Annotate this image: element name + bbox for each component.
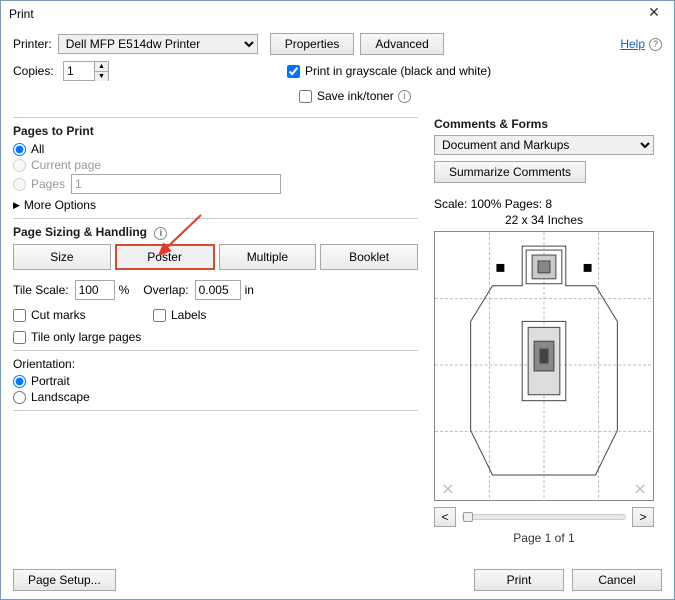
multiple-button[interactable]: Multiple xyxy=(219,244,317,270)
portrait-radio[interactable] xyxy=(13,375,26,388)
saveink-checkbox-row[interactable]: Save ink/toner xyxy=(299,89,394,103)
pages-current-row: Current page xyxy=(13,158,418,172)
triangle-right-icon: ▶ xyxy=(13,200,20,211)
printer-label: Printer: xyxy=(13,37,52,51)
tilescale-input[interactable] xyxy=(75,280,115,300)
print-preview xyxy=(434,231,654,501)
preview-prev-button[interactable]: < xyxy=(434,507,456,527)
pages-current-radio xyxy=(13,159,26,172)
sizing-title: Page Sizing & Handling i xyxy=(13,225,418,240)
pages-all-radio[interactable] xyxy=(13,143,26,156)
pages-range-label: Pages xyxy=(31,177,71,191)
page-of-label: Page 1 of 1 xyxy=(434,531,654,545)
poster-button[interactable]: Poster xyxy=(115,244,215,270)
portrait-row[interactable]: Portrait xyxy=(13,374,418,388)
pages-all-label: All xyxy=(31,142,44,156)
more-options-toggle[interactable]: ▶ More Options xyxy=(13,198,418,212)
tileonly-checkbox[interactable] xyxy=(13,331,26,344)
pages-range-row: Pages xyxy=(13,174,418,194)
help-info-icon[interactable]: ? xyxy=(649,38,662,51)
dimensions-label: 22 x 34 Inches xyxy=(434,213,654,227)
cutmarks-checkbox[interactable] xyxy=(13,309,26,322)
grayscale-checkbox-row[interactable]: Print in grayscale (black and white) xyxy=(287,64,491,78)
help-link[interactable]: Help xyxy=(620,37,645,51)
pages-current-label: Current page xyxy=(31,158,101,172)
copies-label: Copies: xyxy=(13,64,57,78)
saveink-label: Save ink/toner xyxy=(317,89,394,103)
print-button[interactable]: Print xyxy=(474,569,564,591)
preview-next-button[interactable]: > xyxy=(632,507,654,527)
properties-button[interactable]: Properties xyxy=(270,33,355,55)
booklet-button[interactable]: Booklet xyxy=(320,244,418,270)
pages-range-input xyxy=(71,174,281,194)
labels-checkbox[interactable] xyxy=(153,309,166,322)
portrait-label: Portrait xyxy=(31,374,70,388)
preview-scroll-thumb[interactable] xyxy=(463,512,473,522)
tilescale-pct: % xyxy=(119,283,130,297)
cutmarks-row[interactable]: Cut marks xyxy=(13,308,153,322)
landscape-radio[interactable] xyxy=(13,391,26,404)
comments-title: Comments & Forms xyxy=(434,117,662,131)
advanced-button[interactable]: Advanced xyxy=(360,33,443,55)
sizing-info-icon[interactable]: i xyxy=(154,227,167,240)
window-title: Print xyxy=(9,7,638,21)
printer-select[interactable]: Dell MFP E514dw Printer xyxy=(58,34,258,54)
saveink-info-icon[interactable]: i xyxy=(398,90,411,103)
size-button[interactable]: Size xyxy=(13,244,111,270)
copies-down-icon[interactable]: ▼ xyxy=(95,72,108,81)
summarize-button[interactable]: Summarize Comments xyxy=(434,161,586,183)
labels-row[interactable]: Labels xyxy=(153,308,206,322)
overlap-label: Overlap: xyxy=(143,283,188,297)
page-setup-button[interactable]: Page Setup... xyxy=(13,569,116,591)
pages-range-radio xyxy=(13,178,26,191)
pages-all-row[interactable]: All xyxy=(13,142,418,156)
tileonly-row[interactable]: Tile only large pages xyxy=(13,330,418,344)
preview-scrollbar[interactable] xyxy=(462,514,626,520)
landscape-label: Landscape xyxy=(31,390,90,404)
labels-label: Labels xyxy=(171,308,206,322)
scale-pages-label: Scale: 100% Pages: 8 xyxy=(434,197,662,211)
copies-input[interactable] xyxy=(64,62,94,80)
cutmarks-label: Cut marks xyxy=(31,308,86,322)
overlap-unit: in xyxy=(245,283,254,297)
copies-up-icon[interactable]: ▲ xyxy=(95,62,108,72)
more-options-label: More Options xyxy=(24,198,96,212)
close-icon[interactable]: ✕ xyxy=(638,4,670,24)
grayscale-checkbox[interactable] xyxy=(287,65,300,78)
saveink-checkbox[interactable] xyxy=(299,90,312,103)
comments-select[interactable]: Document and Markups xyxy=(434,135,654,155)
grayscale-label: Print in grayscale (black and white) xyxy=(305,64,491,78)
tileonly-label: Tile only large pages xyxy=(31,330,141,344)
pages-title: Pages to Print xyxy=(13,124,418,138)
preview-svg xyxy=(435,232,653,500)
copies-spinner[interactable]: ▲▼ xyxy=(63,61,109,81)
orientation-title: Orientation: xyxy=(13,357,418,371)
overlap-input[interactable] xyxy=(195,280,241,300)
cancel-button[interactable]: Cancel xyxy=(572,569,662,591)
landscape-row[interactable]: Landscape xyxy=(13,390,418,404)
tilescale-label: Tile Scale: xyxy=(13,283,69,297)
